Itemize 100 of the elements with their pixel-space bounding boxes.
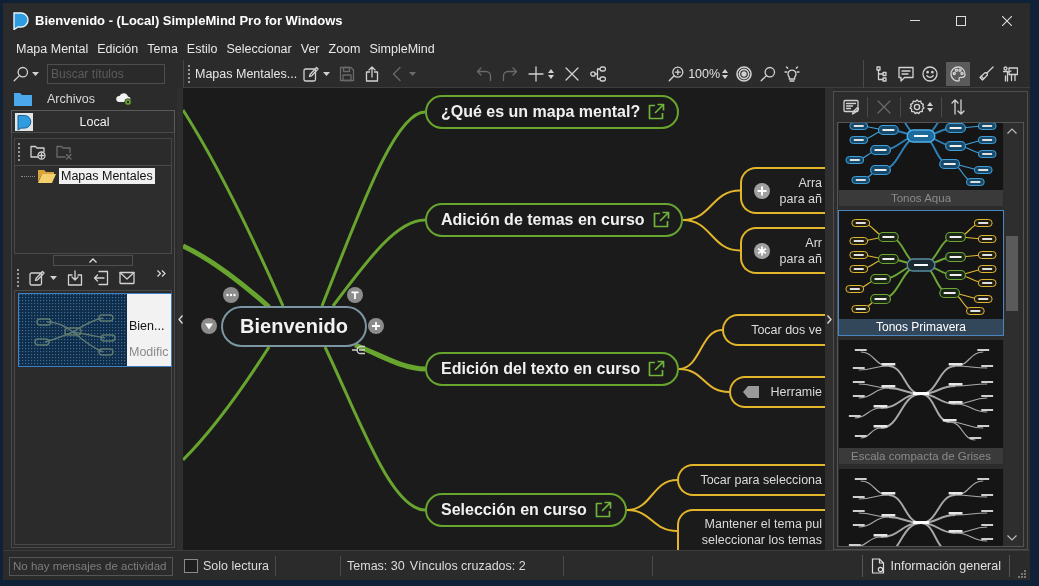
chevron-left-icon[interactable] <box>177 314 183 324</box>
plus-circle-icon[interactable] <box>368 318 384 334</box>
smiley-icon[interactable] <box>922 65 938 82</box>
tray-arrow-down-icon[interactable] <box>67 270 83 286</box>
sort-arrows-icon[interactable] <box>950 99 966 115</box>
connector-nodes-icon[interactable] <box>590 65 607 82</box>
menu-item[interactable]: Estilo <box>186 42 218 56</box>
cloud-icon[interactable] <box>114 92 133 106</box>
caret-icon[interactable] <box>32 72 39 76</box>
box-arrow-left-icon[interactable] <box>93 270 109 286</box>
speech-bubble-icon[interactable] <box>898 65 914 82</box>
central-topic[interactable]: Bienvenido <box>221 306 367 347</box>
style-item[interactable]: Tonos Primavera <box>838 210 1004 336</box>
document-subtitle: Modific <box>129 345 170 359</box>
activity-message: No hay mensajes de actividad <box>9 556 173 576</box>
subtopic-node[interactable]: Mantener el tema pul seleccionar los temas <box>677 509 825 550</box>
link-handle-icon[interactable] <box>352 345 366 355</box>
pencil-square-icon[interactable] <box>29 270 45 286</box>
triangle-down-icon[interactable] <box>201 318 217 334</box>
menu-item[interactable]: SimpleMind <box>369 42 435 56</box>
double-chevron-right-icon[interactable] <box>157 270 166 277</box>
subtopic-node[interactable]: Arr para añ <box>740 227 825 274</box>
plus-circle-icon[interactable] <box>754 182 770 199</box>
cross-icon[interactable] <box>564 65 581 82</box>
grip-handle-icon[interactable] <box>188 64 190 83</box>
menu-item[interactable]: Tema <box>147 42 178 56</box>
external-link-icon[interactable] <box>651 211 670 229</box>
style-name: Tonos Aqua <box>839 190 1003 206</box>
style-name: Tonos Primavera <box>839 319 1003 335</box>
maximize-icon[interactable] <box>956 15 966 26</box>
chevron-down-icon[interactable] <box>1007 535 1017 541</box>
lightbulb-icon[interactable] <box>784 65 801 82</box>
external-link-icon[interactable] <box>647 103 666 121</box>
envelope-icon[interactable] <box>119 270 135 286</box>
menu-item[interactable]: Mapa Mental <box>16 42 89 56</box>
plus-icon[interactable] <box>528 65 545 82</box>
search-icon[interactable] <box>760 65 777 82</box>
target-icon[interactable] <box>736 65 753 82</box>
topic-node[interactable]: Edición del texto en curso <box>425 352 679 386</box>
folder-item[interactable]: Mapas Mentales <box>59 168 155 184</box>
caret-icon[interactable] <box>323 71 331 76</box>
share-icon[interactable] <box>364 65 381 82</box>
topic-node[interactable]: Selección en curso <box>425 493 627 527</box>
chevron-right-icon[interactable] <box>826 314 832 324</box>
document-item[interactable]: Bien... Modific <box>18 293 172 367</box>
menu-item[interactable]: Zoom <box>328 42 361 56</box>
tree-line <box>21 175 35 177</box>
folder-icon <box>14 92 32 106</box>
search-icon[interactable] <box>13 66 29 82</box>
zoom-in-icon[interactable] <box>668 65 685 82</box>
external-link-icon[interactable] <box>647 360 666 378</box>
menu-item[interactable]: Seleccionar <box>226 42 292 56</box>
brush-icon[interactable] <box>978 65 994 82</box>
connector-line <box>626 509 678 532</box>
caret-icon[interactable] <box>50 276 57 280</box>
subtopic-node[interactable]: Arra para añ <box>740 167 825 214</box>
asterisk-circle-icon[interactable] <box>754 242 770 259</box>
document-title: Bien... <box>129 319 166 333</box>
list-pencil-icon[interactable] <box>843 99 859 115</box>
up-down-arrows-icon[interactable] <box>548 68 555 79</box>
overview-button[interactable]: Información general <box>861 555 1010 577</box>
grip-handle-icon[interactable] <box>17 269 19 287</box>
close-icon[interactable] <box>1002 15 1012 26</box>
up-down-arrows-icon[interactable] <box>722 68 729 79</box>
text-icon[interactable] <box>347 287 363 303</box>
section-title: Archivos <box>47 92 95 106</box>
zoom-level[interactable]: 100% <box>688 66 721 81</box>
style-item[interactable] <box>838 468 1004 546</box>
storage-location[interactable]: Local <box>11 110 175 132</box>
topic-node[interactable]: ¿Qué es un mapa mental? <box>425 95 679 129</box>
grip-handle-icon[interactable] <box>18 143 20 161</box>
tag-icon <box>743 386 759 398</box>
folder-plus-icon[interactable] <box>30 144 46 160</box>
settings-icon[interactable] <box>909 99 925 115</box>
topic-count: Temas: 30 <box>347 559 405 573</box>
checkbox-label[interactable]: Solo lectura <box>203 559 269 573</box>
topic-node[interactable]: Adición de temas en curso <box>425 203 683 237</box>
chevron-up-icon <box>89 257 97 263</box>
breadcrumb-button[interactable]: Mapas Mentales... <box>195 66 298 81</box>
presenter-icon[interactable] <box>1002 65 1018 82</box>
chevron-up-icon[interactable] <box>1007 128 1017 134</box>
outline-tree-icon[interactable] <box>874 65 890 82</box>
document-icon <box>870 558 885 574</box>
menu-item[interactable]: Edición <box>97 42 139 56</box>
style-name: Escala compacta de Grises <box>839 448 1003 464</box>
menu-item[interactable]: Ver <box>300 42 320 56</box>
connector-line <box>682 219 741 252</box>
subtopic-node[interactable]: Tocar dos ve <box>722 314 825 346</box>
external-link-icon[interactable] <box>593 501 612 519</box>
folder-icon <box>38 169 56 183</box>
logo-icon <box>13 11 29 30</box>
subtopic-node[interactable]: Tocar para selecciona <box>677 464 825 496</box>
read-only-checkbox[interactable] <box>184 559 198 573</box>
up-down-arrows-icon[interactable] <box>927 102 933 112</box>
subtopic-node[interactable]: Herramie <box>729 376 825 408</box>
resize-grip-icon[interactable] <box>1018 570 1026 578</box>
splitter-handle[interactable] <box>53 254 133 266</box>
pencil-square-icon[interactable] <box>303 65 320 82</box>
scroll-thumb[interactable] <box>1006 236 1018 311</box>
ellipsis-icon[interactable] <box>223 287 239 303</box>
